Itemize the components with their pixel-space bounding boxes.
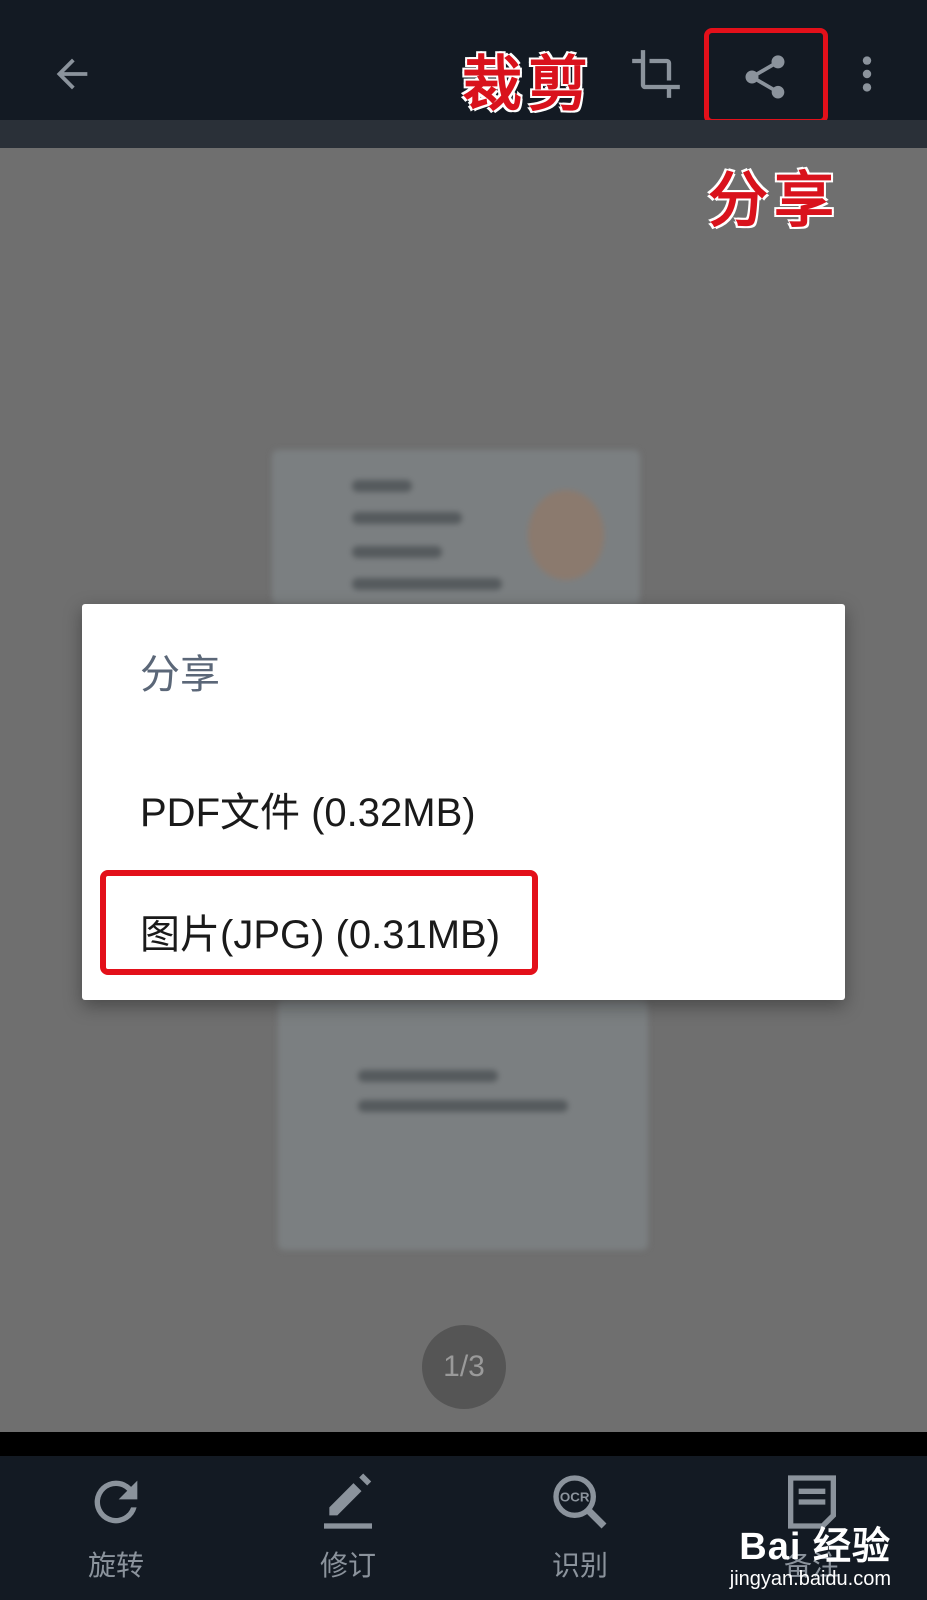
- watermark-brand: Bai 经验: [739, 1526, 891, 1568]
- crop-annotation: 裁剪: [462, 50, 594, 120]
- rotate-icon: [94, 1480, 138, 1524]
- edit-icon: [324, 1473, 372, 1529]
- rotate-tool-label: 旋转: [87, 1549, 144, 1582]
- jpg-option-highlight-box: [100, 870, 538, 975]
- page-indicator: 1/3: [422, 1325, 506, 1409]
- share-highlight-box: [704, 28, 828, 124]
- crop-button[interactable]: [624, 38, 688, 110]
- id-card-front-blurred: [272, 450, 640, 604]
- bottom-divider: [0, 1432, 927, 1456]
- edit-tool[interactable]: 修订: [278, 1470, 418, 1584]
- more-options-button[interactable]: [842, 38, 892, 110]
- id-card-back-blurred: [278, 1000, 648, 1250]
- back-button[interactable]: [36, 38, 108, 110]
- ocr-search-icon: OCR: [553, 1475, 607, 1529]
- edit-tool-label: 修订: [319, 1549, 376, 1582]
- ocr-tool-label: 识别: [551, 1549, 608, 1582]
- rotate-tool[interactable]: 旋转: [46, 1470, 186, 1584]
- ocr-tool[interactable]: OCR 识别: [510, 1470, 650, 1584]
- more-vert-icon: [862, 56, 872, 92]
- svg-text:OCR: OCR: [560, 1489, 590, 1504]
- back-arrow-icon: [56, 58, 88, 90]
- watermark-url: jingyan.baidu.com: [729, 1568, 891, 1590]
- toolbar-shadow-strip: [0, 120, 927, 148]
- baidu-jingyan-watermark: Bai 经验 jingyan.baidu.com: [730, 1515, 891, 1591]
- crop-icon: [632, 50, 680, 98]
- share-option-pdf[interactable]: PDF文件 (0.32MB): [140, 780, 476, 838]
- dialog-title: 分享: [140, 652, 220, 698]
- share-annotation: 分享: [708, 166, 840, 236]
